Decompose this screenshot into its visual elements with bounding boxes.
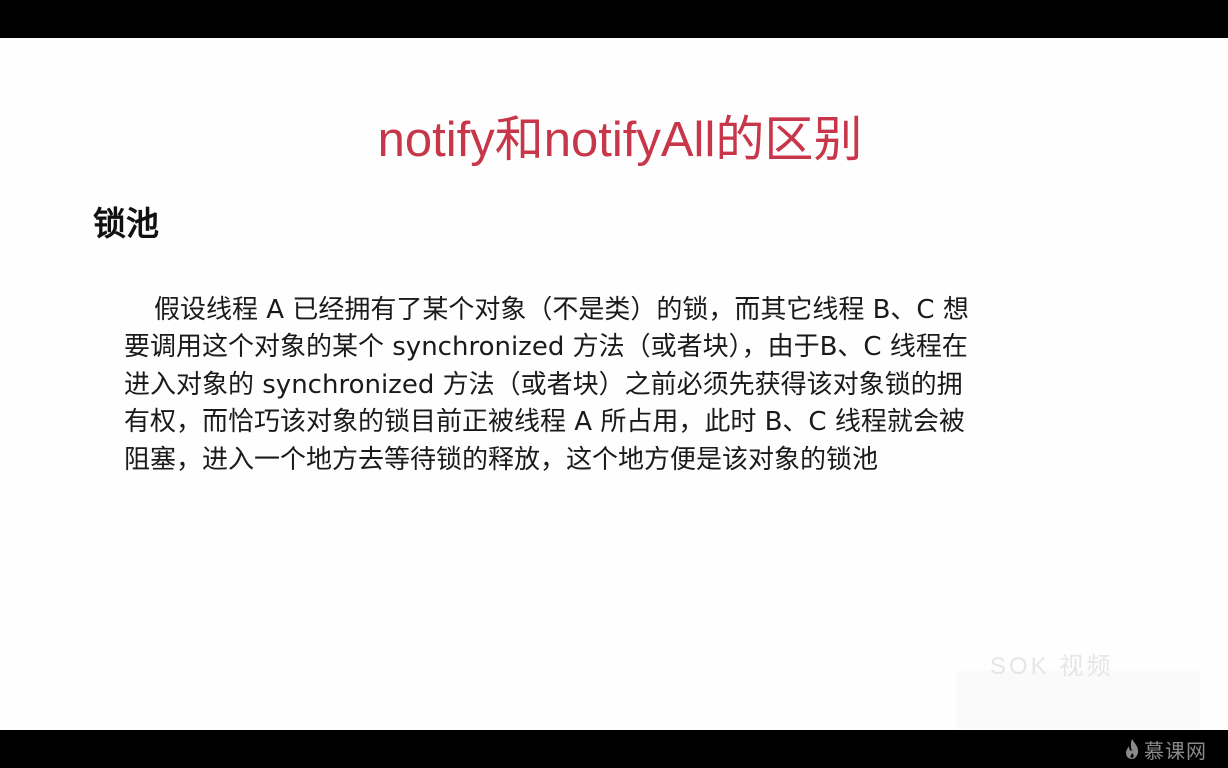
body-paragraph: 假设线程 A 已经拥有了某个对象（不是类）的锁，而其它线程 B、C 想 要调用这… <box>124 292 1119 479</box>
paragraph-line: 有权，而恰巧该对象的锁目前正被线程 A 所占用，此时 B、C 线程就会被 <box>124 407 965 438</box>
paragraph-line: 进入对象的 synchronized 方法（或者块）之前必须先获得该对象锁的拥 <box>124 369 963 400</box>
paragraph-line: 要调用这个对象的某个 synchronized 方法（或者块），由于B、C 线程… <box>124 332 968 363</box>
mooc-logo: 慕课网 <box>1124 734 1207 764</box>
slide: notify和notifyAll的区别 锁池 假设线程 A 已经拥有了某个对象（… <box>0 38 1228 730</box>
paragraph-line: 阻塞，进入一个地方去等待锁的释放，这个地方便是该对象的锁池 <box>124 444 879 475</box>
slide-title: notify和notifyAll的区别 <box>377 113 863 167</box>
paragraph-line: 假设线程 A 已经拥有了某个对象（不是类）的锁，而其它线程 B、C 想 <box>154 295 969 325</box>
flame-icon <box>1126 739 1139 759</box>
video-frame: notify和notifyAll的区别 锁池 假设线程 A 已经拥有了某个对象（… <box>0 0 1228 768</box>
watermark: SOK 视频 <box>990 653 1114 680</box>
section-heading: 锁池 <box>93 204 159 243</box>
logo-text: 慕课网 <box>1144 738 1207 763</box>
bottom-letterbox-bar <box>0 730 1228 768</box>
